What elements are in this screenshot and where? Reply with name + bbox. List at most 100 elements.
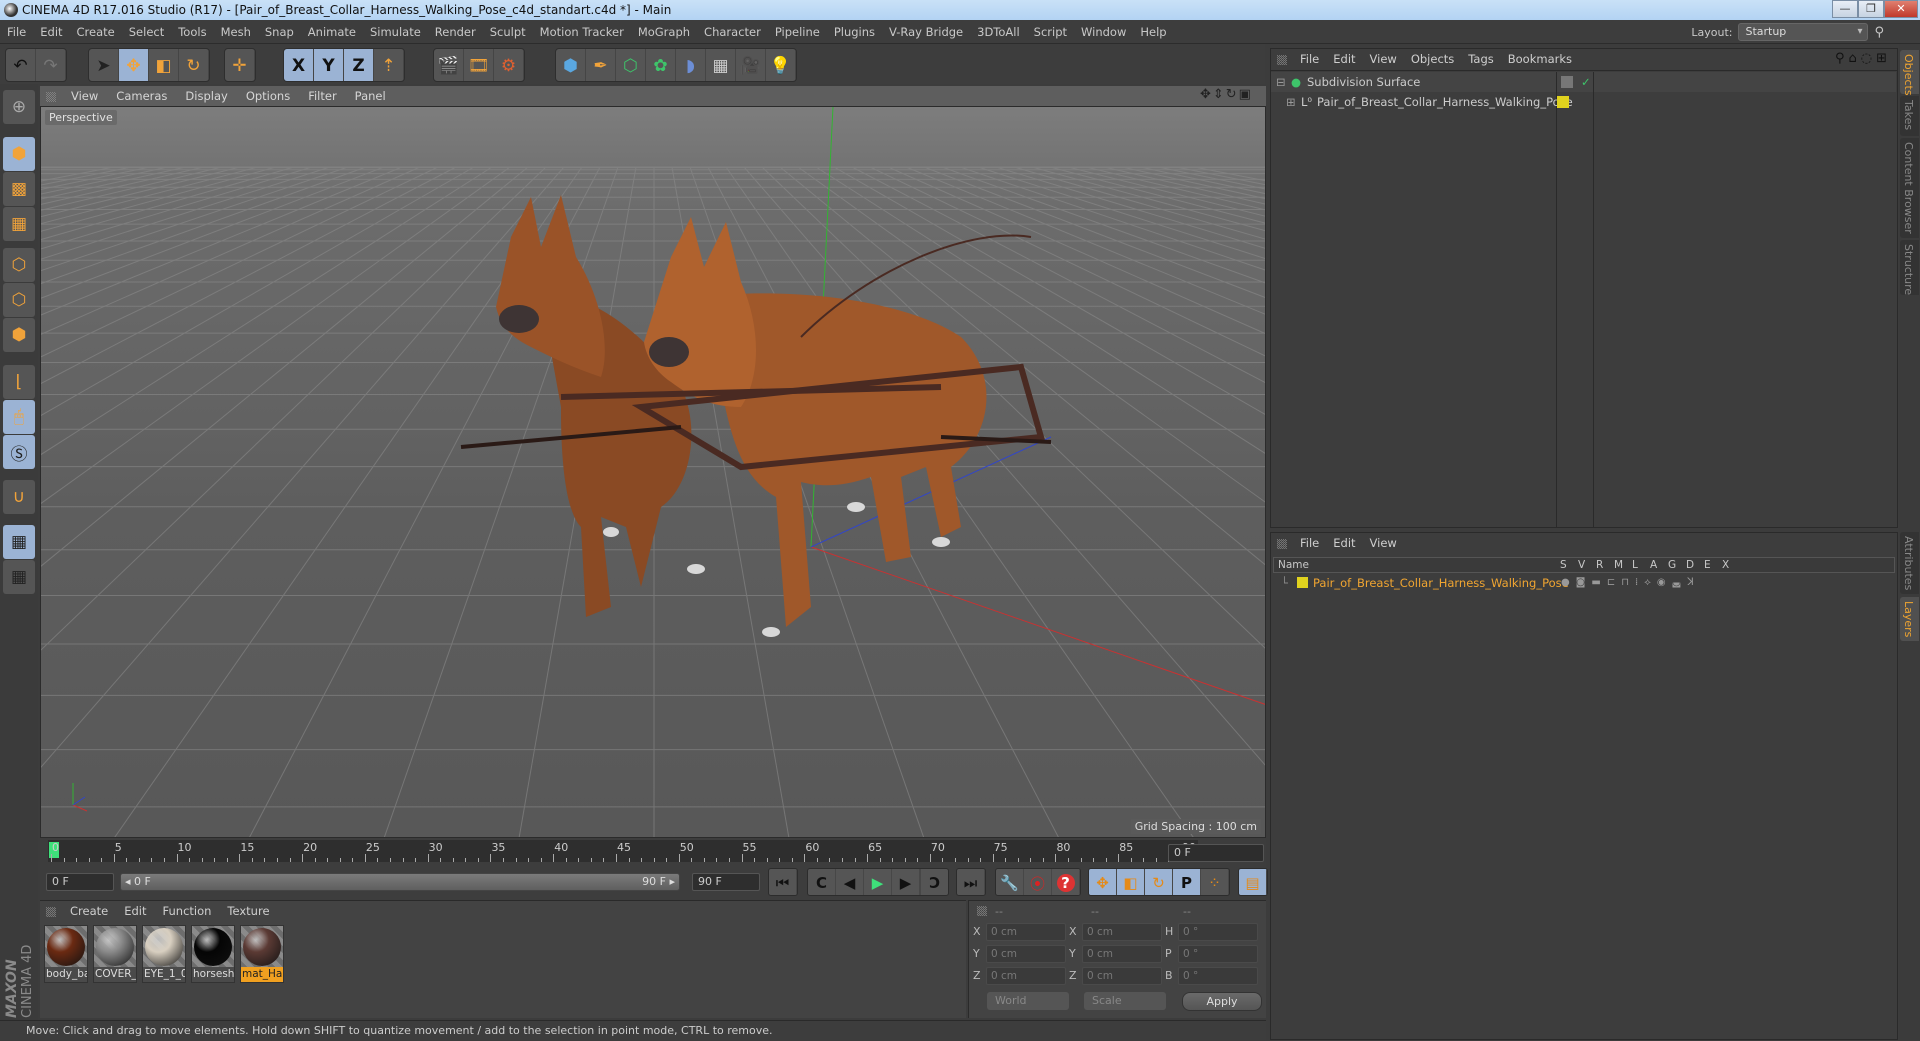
expand-icon[interactable]: ⊞ (1286, 92, 1296, 112)
cloner-icon[interactable]: ✿ (646, 49, 676, 81)
next-frame-icon[interactable]: ▶ (892, 869, 920, 895)
editor-visibility-icon[interactable] (1561, 76, 1573, 88)
minimize-button[interactable]: — (1832, 0, 1858, 18)
frame-range-slider[interactable]: ◂ 0 F 90 F ▸ (120, 873, 680, 891)
start-frame-field[interactable]: 0 F (46, 873, 114, 891)
key-parameter-icon[interactable]: P (1173, 869, 1201, 895)
object-menu-edit[interactable]: Edit (1326, 49, 1362, 69)
polygon-mode-icon[interactable]: ⬢ (3, 318, 35, 352)
timeline-ruler[interactable]: 051015202530354045505560657075808590 (48, 840, 1198, 862)
planar-workplane-icon[interactable]: ▦ (3, 560, 35, 594)
rotate-tool-icon[interactable]: ↻ (179, 49, 209, 81)
undo-icon[interactable]: ↶ (6, 49, 36, 81)
y-axis-lock-icon[interactable]: Y (314, 49, 344, 81)
enabled-check-icon[interactable]: ✓ (1581, 72, 1591, 92)
object-menu-view[interactable]: View (1363, 49, 1404, 69)
layer-column-d[interactable]: D (1686, 558, 1694, 572)
viewport-menu-view[interactable]: View (62, 86, 107, 106)
menu-vray-bridge[interactable]: V-Ray Bridge (882, 20, 970, 44)
object-menu-bookmarks[interactable]: Bookmarks (1501, 49, 1579, 69)
viewport-menu-filter[interactable]: Filter (299, 86, 345, 106)
position-field[interactable]: 0 cm (986, 923, 1066, 941)
solo-mode-icon[interactable]: Ⓢ (3, 435, 35, 469)
layer-row[interactable]: └ Pair_of_Breast_Collar_Harness_Walking_… (1271, 574, 1856, 592)
rotation-field[interactable]: 0 ° (1178, 923, 1258, 941)
menu-edit[interactable]: Edit (33, 20, 69, 44)
floor-icon[interactable]: ▦ (706, 49, 736, 81)
panel-grip-icon[interactable] (46, 92, 56, 102)
menu-tools[interactable]: Tools (171, 20, 213, 44)
autokey-icon[interactable]: ? (1056, 874, 1075, 892)
next-key-icon[interactable]: C (920, 869, 948, 895)
layer-color-swatch[interactable] (1297, 577, 1308, 588)
tab-objects[interactable]: Objects (1900, 50, 1919, 96)
end-frame-field[interactable]: 90 F (692, 873, 760, 891)
position-field[interactable]: 0 cm (986, 945, 1066, 963)
model-mode-icon[interactable]: ⬢ (3, 137, 35, 171)
menu-animate[interactable]: Animate (301, 20, 363, 44)
tab-takes[interactable]: Takes (1900, 96, 1919, 136)
previous-frame-icon[interactable]: ◀ (836, 869, 864, 895)
material-menu-function[interactable]: Function (155, 901, 220, 921)
object-menu-file[interactable]: File (1293, 49, 1326, 69)
previous-key-icon[interactable]: C (808, 869, 836, 895)
layer-column-g[interactable]: G (1668, 558, 1676, 572)
size-field[interactable]: 0 cm (1082, 945, 1162, 963)
viewport-menu-options[interactable]: Options (237, 86, 299, 106)
object-menu-objects[interactable]: Objects (1404, 49, 1461, 69)
material-swatch[interactable]: mat_Har (240, 925, 284, 983)
select-tool-icon[interactable]: ➤ (89, 49, 119, 81)
layer-menu-file[interactable]: File (1293, 533, 1326, 553)
coordinate-system-icon[interactable]: ⇡ (374, 49, 404, 81)
z-axis-lock-icon[interactable]: Z (344, 49, 374, 81)
tab-layers[interactable]: Layers (1900, 597, 1919, 641)
edge-mode-icon[interactable]: ⬡ (3, 283, 35, 317)
material-menu-edit[interactable]: Edit (116, 901, 154, 921)
layer-column-m[interactable]: M (1614, 558, 1623, 572)
layer-column-name[interactable]: Name (1278, 558, 1309, 572)
viewport-camera-label[interactable]: Perspective (45, 110, 117, 125)
camera-icon[interactable]: 🎥 (736, 49, 766, 81)
menu-create[interactable]: Create (70, 20, 122, 44)
redo-icon[interactable]: ↷ (36, 49, 66, 81)
locked-workplane-icon[interactable]: ▦ (3, 525, 35, 559)
menu-mograph[interactable]: MoGraph (631, 20, 697, 44)
material-swatch[interactable]: EYE_1_0( (142, 925, 186, 983)
subdivision-surface-icon[interactable]: ⬡ (616, 49, 646, 81)
layer-menu-edit[interactable]: Edit (1326, 533, 1362, 553)
layer-column-s[interactable]: S (1560, 558, 1567, 572)
menu-motion-tracker[interactable]: Motion Tracker (533, 20, 631, 44)
panel-grip-icon[interactable] (46, 907, 56, 917)
x-axis-lock-icon[interactable]: X (284, 49, 314, 81)
current-frame-field[interactable]: 0 F (1168, 844, 1264, 862)
object-manager-nav-icons[interactable]: ⚲⌂◌⊞ (1835, 51, 1891, 66)
object-row[interactable]: ⊞ L⁰ Pair_of_Breast_Collar_Harness_Walki… (1271, 92, 1856, 112)
layer-column-x[interactable]: X (1722, 558, 1729, 572)
panel-grip-icon[interactable] (977, 906, 987, 916)
object-menu-tags[interactable]: Tags (1461, 49, 1500, 69)
menu-sculpt[interactable]: Sculpt (483, 20, 533, 44)
key-rotation-icon[interactable]: ↻ (1145, 869, 1173, 895)
menu-select[interactable]: Select (122, 20, 171, 44)
key-scale-icon[interactable]: ◧ (1117, 869, 1145, 895)
go-to-end-icon[interactable]: ⏭ (957, 869, 985, 895)
pen-spline-icon[interactable]: ✒ (586, 49, 616, 81)
position-field[interactable]: 0 cm (986, 967, 1066, 985)
apply-button[interactable]: Apply (1182, 992, 1262, 1011)
deformer-icon[interactable]: ◗ (676, 49, 706, 81)
light-icon[interactable]: 💡 (766, 49, 796, 81)
layer-menu-view[interactable]: View (1363, 533, 1404, 553)
texture-mode-icon[interactable]: ▩ (3, 172, 35, 206)
menu-pipeline[interactable]: Pipeline (768, 20, 827, 44)
menu-3dtoall[interactable]: 3DToAll (970, 20, 1027, 44)
rotation-field[interactable]: 0 ° (1178, 945, 1258, 963)
key-pla-icon[interactable]: ⁘ (1201, 869, 1229, 895)
key-position-icon[interactable]: ✥ (1089, 869, 1117, 895)
menu-render[interactable]: Render (428, 20, 483, 44)
menu-snap[interactable]: Snap (258, 20, 301, 44)
perspective-viewport[interactable]: Perspective Grid Spacing : 100 cm (40, 106, 1266, 838)
viewport-menu-display[interactable]: Display (176, 86, 236, 106)
scale-tool-icon[interactable]: ◧ (149, 49, 179, 81)
transform-mode-dropdown[interactable]: Scale (1084, 992, 1166, 1010)
material-menu-create[interactable]: Create (62, 901, 116, 921)
